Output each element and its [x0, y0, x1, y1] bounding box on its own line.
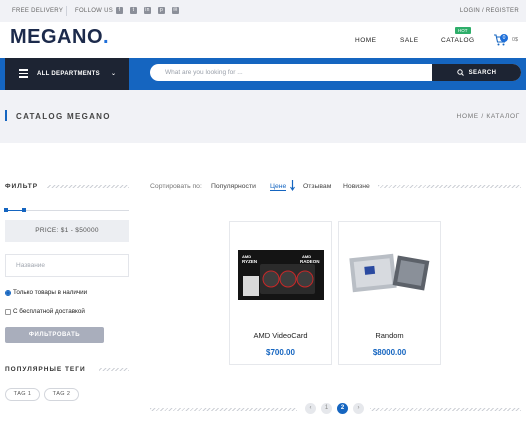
- filter-button[interactable]: ФИЛЬТРОВАТЬ: [5, 327, 104, 343]
- product-image-cpu[interactable]: [347, 250, 433, 300]
- pagination-next-button[interactable]: ›: [353, 403, 364, 414]
- sort-direction-arrow-icon[interactable]: [290, 180, 295, 191]
- breadcrumb-current: КАТАЛОГ: [486, 113, 520, 120]
- nav-sale[interactable]: SALE: [400, 37, 419, 44]
- product-card[interactable]: Random $8000.00: [338, 221, 441, 365]
- page-banner: CATALOG MEGANO HOME / КАТАЛОГ: [0, 90, 526, 143]
- product-price: $700.00: [266, 348, 295, 357]
- page-title: CATALOG MEGANO: [16, 112, 111, 121]
- search-icon: [456, 69, 464, 76]
- radio-checked-icon[interactable]: [5, 289, 11, 296]
- sort-popularity[interactable]: Популярности: [211, 183, 256, 190]
- top-bar: FREE DELIVERY FOLLOW US f t in p ✉ LOGIN…: [0, 0, 526, 22]
- in-stock-label: Только товары в наличии: [13, 289, 88, 296]
- free-delivery-text: FREE DELIVERY: [12, 8, 64, 14]
- logo-dot: .: [103, 26, 110, 48]
- product-image-videocard[interactable]: AMD RYZEN AMD RADEON: [238, 250, 324, 300]
- breadcrumb: HOME / КАТАЛОГ: [457, 113, 520, 120]
- sort-reviews[interactable]: Отзывам: [303, 183, 331, 190]
- filter-title: ФИЛЬТР: [5, 183, 39, 190]
- follow-us-text: FOLLOW US: [75, 8, 114, 14]
- logo-text: MEGANO: [10, 26, 103, 48]
- chevron-down-icon: ⌄: [111, 71, 117, 77]
- logo[interactable]: MEGANO.: [10, 26, 109, 49]
- divider: [66, 6, 67, 16]
- cart-count-badge: 0: [500, 34, 508, 42]
- twitter-icon[interactable]: t: [130, 7, 137, 14]
- pinterest-icon[interactable]: p: [158, 7, 165, 14]
- title-accent-bar: [5, 110, 7, 121]
- product-card[interactable]: AMD RYZEN AMD RADEON AMD VideoCard $700.…: [229, 221, 332, 365]
- linkedin-icon[interactable]: in: [144, 7, 151, 14]
- search-input[interactable]: [150, 64, 432, 81]
- price-display: PRICE: $1 - $50000: [5, 220, 129, 242]
- product-name[interactable]: Random: [339, 331, 440, 340]
- search-button-label: SEARCH: [468, 69, 497, 76]
- cart-sum: 0$: [512, 37, 519, 43]
- search-button[interactable]: SEARCH: [432, 64, 521, 81]
- name-filter-input[interactable]: [5, 254, 129, 277]
- checkbox-icon[interactable]: [5, 308, 11, 315]
- popular-tags-title: ПОПУЛЯРНЫЕ ТЕГИ: [5, 366, 86, 373]
- sort-divider: [378, 185, 521, 188]
- product-price: $8000.00: [372, 348, 407, 357]
- pagination-page-2[interactable]: 2: [337, 403, 348, 414]
- product-name[interactable]: AMD VideoCard: [230, 331, 331, 340]
- sort-label: Сортировать по:: [150, 183, 202, 190]
- search-bar: SEARCH: [150, 64, 521, 81]
- sort-price[interactable]: Цене: [270, 183, 287, 191]
- free-delivery-label: С бесплатной доставкой: [13, 308, 85, 315]
- range-handle-min[interactable]: [4, 208, 8, 212]
- login-register-link[interactable]: LOGIN / REGISTER: [460, 8, 519, 14]
- pagination-divider: [370, 408, 521, 411]
- tag-1[interactable]: ТАG 1: [5, 388, 40, 401]
- svg-text:RYZEN: RYZEN: [242, 259, 257, 264]
- title-divider: [47, 185, 129, 188]
- free-delivery-checkbox[interactable]: С бесплатной доставкой: [5, 308, 85, 315]
- header: MEGANO. HOME SALE HOT CATALOG 0 0$: [0, 22, 526, 58]
- facebook-icon[interactable]: f: [116, 7, 123, 14]
- mail-icon[interactable]: ✉: [172, 7, 179, 14]
- all-departments-label: ALL DEPARTMENTS: [37, 71, 100, 77]
- svg-text:RADEON: RADEON: [300, 259, 320, 264]
- in-stock-checkbox[interactable]: Только товары в наличии: [5, 289, 87, 296]
- menu-icon: [19, 69, 28, 78]
- nav-home[interactable]: HOME: [355, 37, 377, 44]
- title-divider: [99, 368, 129, 371]
- price-range-slider[interactable]: [4, 208, 129, 212]
- range-handle-max[interactable]: [21, 208, 26, 212]
- breadcrumb-separator: /: [481, 113, 484, 120]
- breadcrumb-home[interactable]: HOME: [457, 113, 479, 120]
- pagination-page-1[interactable]: 1: [321, 403, 332, 414]
- nav-catalog[interactable]: CATALOG: [441, 37, 475, 44]
- social-links: f t in p ✉: [116, 7, 179, 14]
- hot-badge: HOT: [455, 27, 471, 34]
- tag-2[interactable]: ТАG 2: [44, 388, 79, 401]
- pagination-divider: [150, 408, 297, 411]
- sort-newest[interactable]: Новизне: [343, 183, 370, 190]
- all-departments-button[interactable]: ALL DEPARTMENTS ⌄: [5, 58, 129, 90]
- pagination-prev-button[interactable]: ‹: [305, 403, 316, 414]
- navigation-bar: ALL DEPARTMENTS ⌄ SEARCH: [0, 58, 526, 90]
